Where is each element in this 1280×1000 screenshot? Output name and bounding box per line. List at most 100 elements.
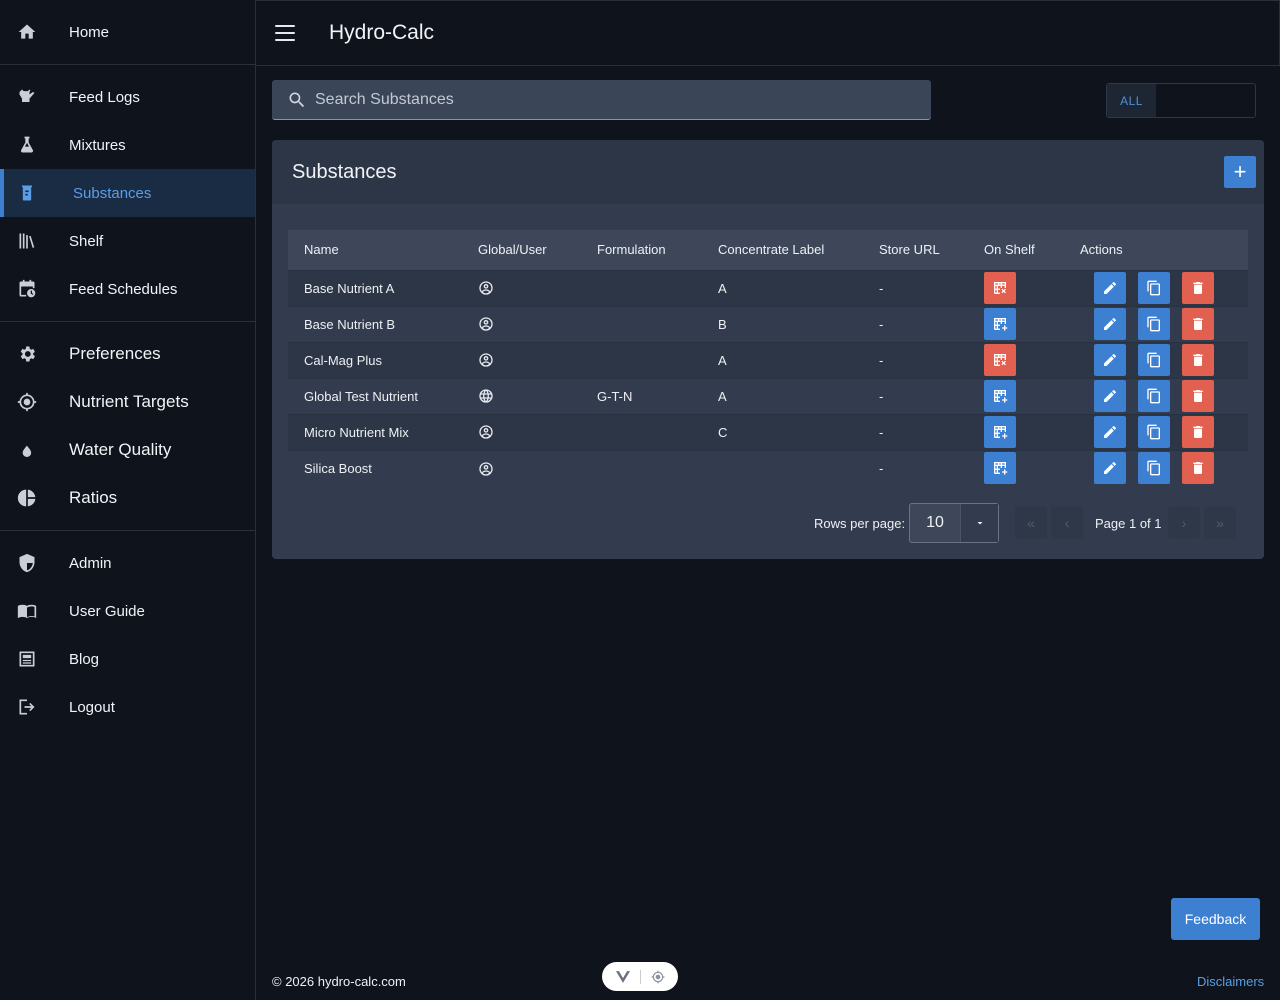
cell-scope: [462, 450, 581, 486]
next-page-icon[interactable]: ›: [1168, 507, 1200, 539]
cell-formulation: [581, 450, 702, 486]
sidebar-item-logout[interactable]: Logout: [0, 683, 255, 731]
column-header: Global/User: [478, 242, 547, 258]
duplicate-button[interactable]: [1138, 380, 1170, 412]
last-page-icon[interactable]: »: [1204, 507, 1236, 539]
edit-button[interactable]: [1094, 380, 1126, 412]
cell-name: Base Nutrient A: [304, 280, 395, 296]
column-header: Concentrate Label: [718, 242, 825, 258]
sidebar-item-water-quality[interactable]: Water Quality: [0, 426, 255, 474]
cell-scope: [462, 378, 581, 414]
search-input[interactable]: [315, 90, 895, 109]
table-row: Global Test Nutrient G-T-N A -: [288, 378, 1248, 414]
sidebar-item-admin[interactable]: Admin: [0, 539, 255, 587]
remove-from-shelf-button[interactable]: [984, 272, 1016, 304]
card-title: Substances: [292, 160, 397, 183]
sidebar-item-ratios[interactable]: Ratios: [0, 474, 255, 522]
sidebar-item-label: Feed Schedules: [69, 280, 178, 298]
cell-scope: [462, 306, 581, 342]
sidebar-item-user-guide[interactable]: User Guide: [0, 587, 255, 635]
cell-on-shelf: [968, 414, 1064, 450]
add-to-shelf-button[interactable]: [984, 308, 1016, 340]
sidebar-item-preferences[interactable]: Preferences: [0, 330, 255, 378]
calendar-clock-icon: [16, 278, 38, 300]
disclaimers-link[interactable]: Disclaimers: [1197, 974, 1264, 989]
duplicate-button[interactable]: [1138, 416, 1170, 448]
cell-actions: [1064, 378, 1248, 414]
previous-page-icon[interactable]: ‹: [1051, 507, 1083, 539]
search-icon: [289, 92, 305, 107]
dropdown-arrow-icon[interactable]: [960, 504, 998, 542]
sidebar-item-substances[interactable]: Substances: [0, 169, 255, 217]
crosshair-icon: [16, 391, 38, 413]
first-page-icon[interactable]: «: [1015, 507, 1047, 539]
edit-button[interactable]: [1094, 452, 1126, 485]
add-to-shelf-button[interactable]: [984, 416, 1016, 448]
search-bar[interactable]: [272, 80, 931, 120]
cell-store-url: -: [879, 352, 884, 368]
sidebar-item-mixtures[interactable]: Mixtures: [0, 121, 255, 169]
sidebar-item-feed-logs[interactable]: Feed Logs: [0, 73, 255, 121]
column-header: Formulation: [597, 242, 666, 258]
user-icon: [478, 280, 494, 296]
duplicate-button[interactable]: [1138, 452, 1170, 485]
edit-button[interactable]: [1094, 344, 1126, 376]
sidebar-item-shelf[interactable]: Shelf: [0, 217, 255, 265]
sidebar-item-label: User Guide: [69, 602, 145, 620]
duplicate-button[interactable]: [1138, 344, 1170, 376]
user-icon: [478, 424, 494, 440]
user-icon: [478, 316, 494, 332]
sidebar-group: Home: [0, 0, 255, 65]
duplicate-button[interactable]: [1138, 272, 1170, 304]
delete-button[interactable]: [1182, 416, 1214, 448]
column-header: On Shelf: [984, 242, 1035, 258]
sidebar-item-home[interactable]: Home: [0, 0, 109, 64]
cell-scope: [462, 414, 581, 450]
cell-actions: [1064, 270, 1248, 306]
table-row: Base Nutrient A A -: [288, 270, 1248, 306]
flask-icon: [16, 134, 38, 156]
delete-button[interactable]: [1182, 308, 1214, 340]
cell-on-shelf: [968, 270, 1064, 306]
sidebar-item-nutrient-targets[interactable]: Nutrient Targets: [0, 378, 255, 426]
bottle-icon: [16, 182, 38, 204]
sidebar-group: Feed Logs Mixtures Substances Shelf Feed Sch…: [0, 65, 255, 322]
cell-concentrate-label: A: [718, 280, 727, 296]
remove-from-shelf-button[interactable]: [984, 344, 1016, 376]
pagination: Rows per page: 10 « ‹ Page 1 of 1 › »: [272, 503, 1264, 543]
delete-button[interactable]: [1182, 380, 1214, 412]
user-icon: [478, 461, 494, 477]
delete-button[interactable]: [1182, 452, 1214, 485]
add-to-shelf-button[interactable]: [984, 380, 1016, 412]
duplicate-button[interactable]: [1138, 308, 1170, 340]
sidebar-item-feed-schedules[interactable]: Feed Schedules: [0, 265, 255, 313]
cell-formulation: [581, 342, 702, 378]
table-row: Base Nutrient B B -: [288, 306, 1248, 342]
filter-all-button[interactable]: ALL: [1107, 84, 1156, 117]
table-row: Silica Boost -: [288, 450, 1248, 486]
rows-per-page-select[interactable]: 10: [909, 503, 999, 543]
cell-on-shelf: [968, 306, 1064, 342]
sidebar-item-blog[interactable]: Blog: [0, 635, 255, 683]
delete-button[interactable]: [1182, 344, 1214, 376]
cell-scope: [462, 270, 581, 306]
feedback-button[interactable]: Feedback: [1171, 898, 1260, 940]
edit-button[interactable]: [1094, 416, 1126, 448]
cell-on-shelf: [968, 450, 1064, 486]
sidebar-item-label: Logout: [69, 698, 115, 716]
delete-button[interactable]: [1182, 272, 1214, 304]
cell-name: Micro Nutrient Mix: [304, 424, 409, 440]
cell-store-url: -: [879, 460, 884, 476]
devtools-pill[interactable]: [602, 962, 678, 991]
cell-actions: [1064, 306, 1248, 342]
cell-on-shelf: [968, 342, 1064, 378]
top-app-bar: Hydro-Calc: [256, 0, 1280, 66]
edit-button[interactable]: [1094, 272, 1126, 304]
cell-on-shelf: [968, 378, 1064, 414]
edit-button[interactable]: [1094, 308, 1126, 340]
cell-name: Base Nutrient B: [304, 316, 396, 332]
add-to-shelf-button[interactable]: [984, 452, 1016, 485]
add-substance-button[interactable]: +: [1224, 156, 1256, 188]
cell-name: Global Test Nutrient: [304, 388, 418, 404]
menu-icon[interactable]: [275, 25, 295, 41]
